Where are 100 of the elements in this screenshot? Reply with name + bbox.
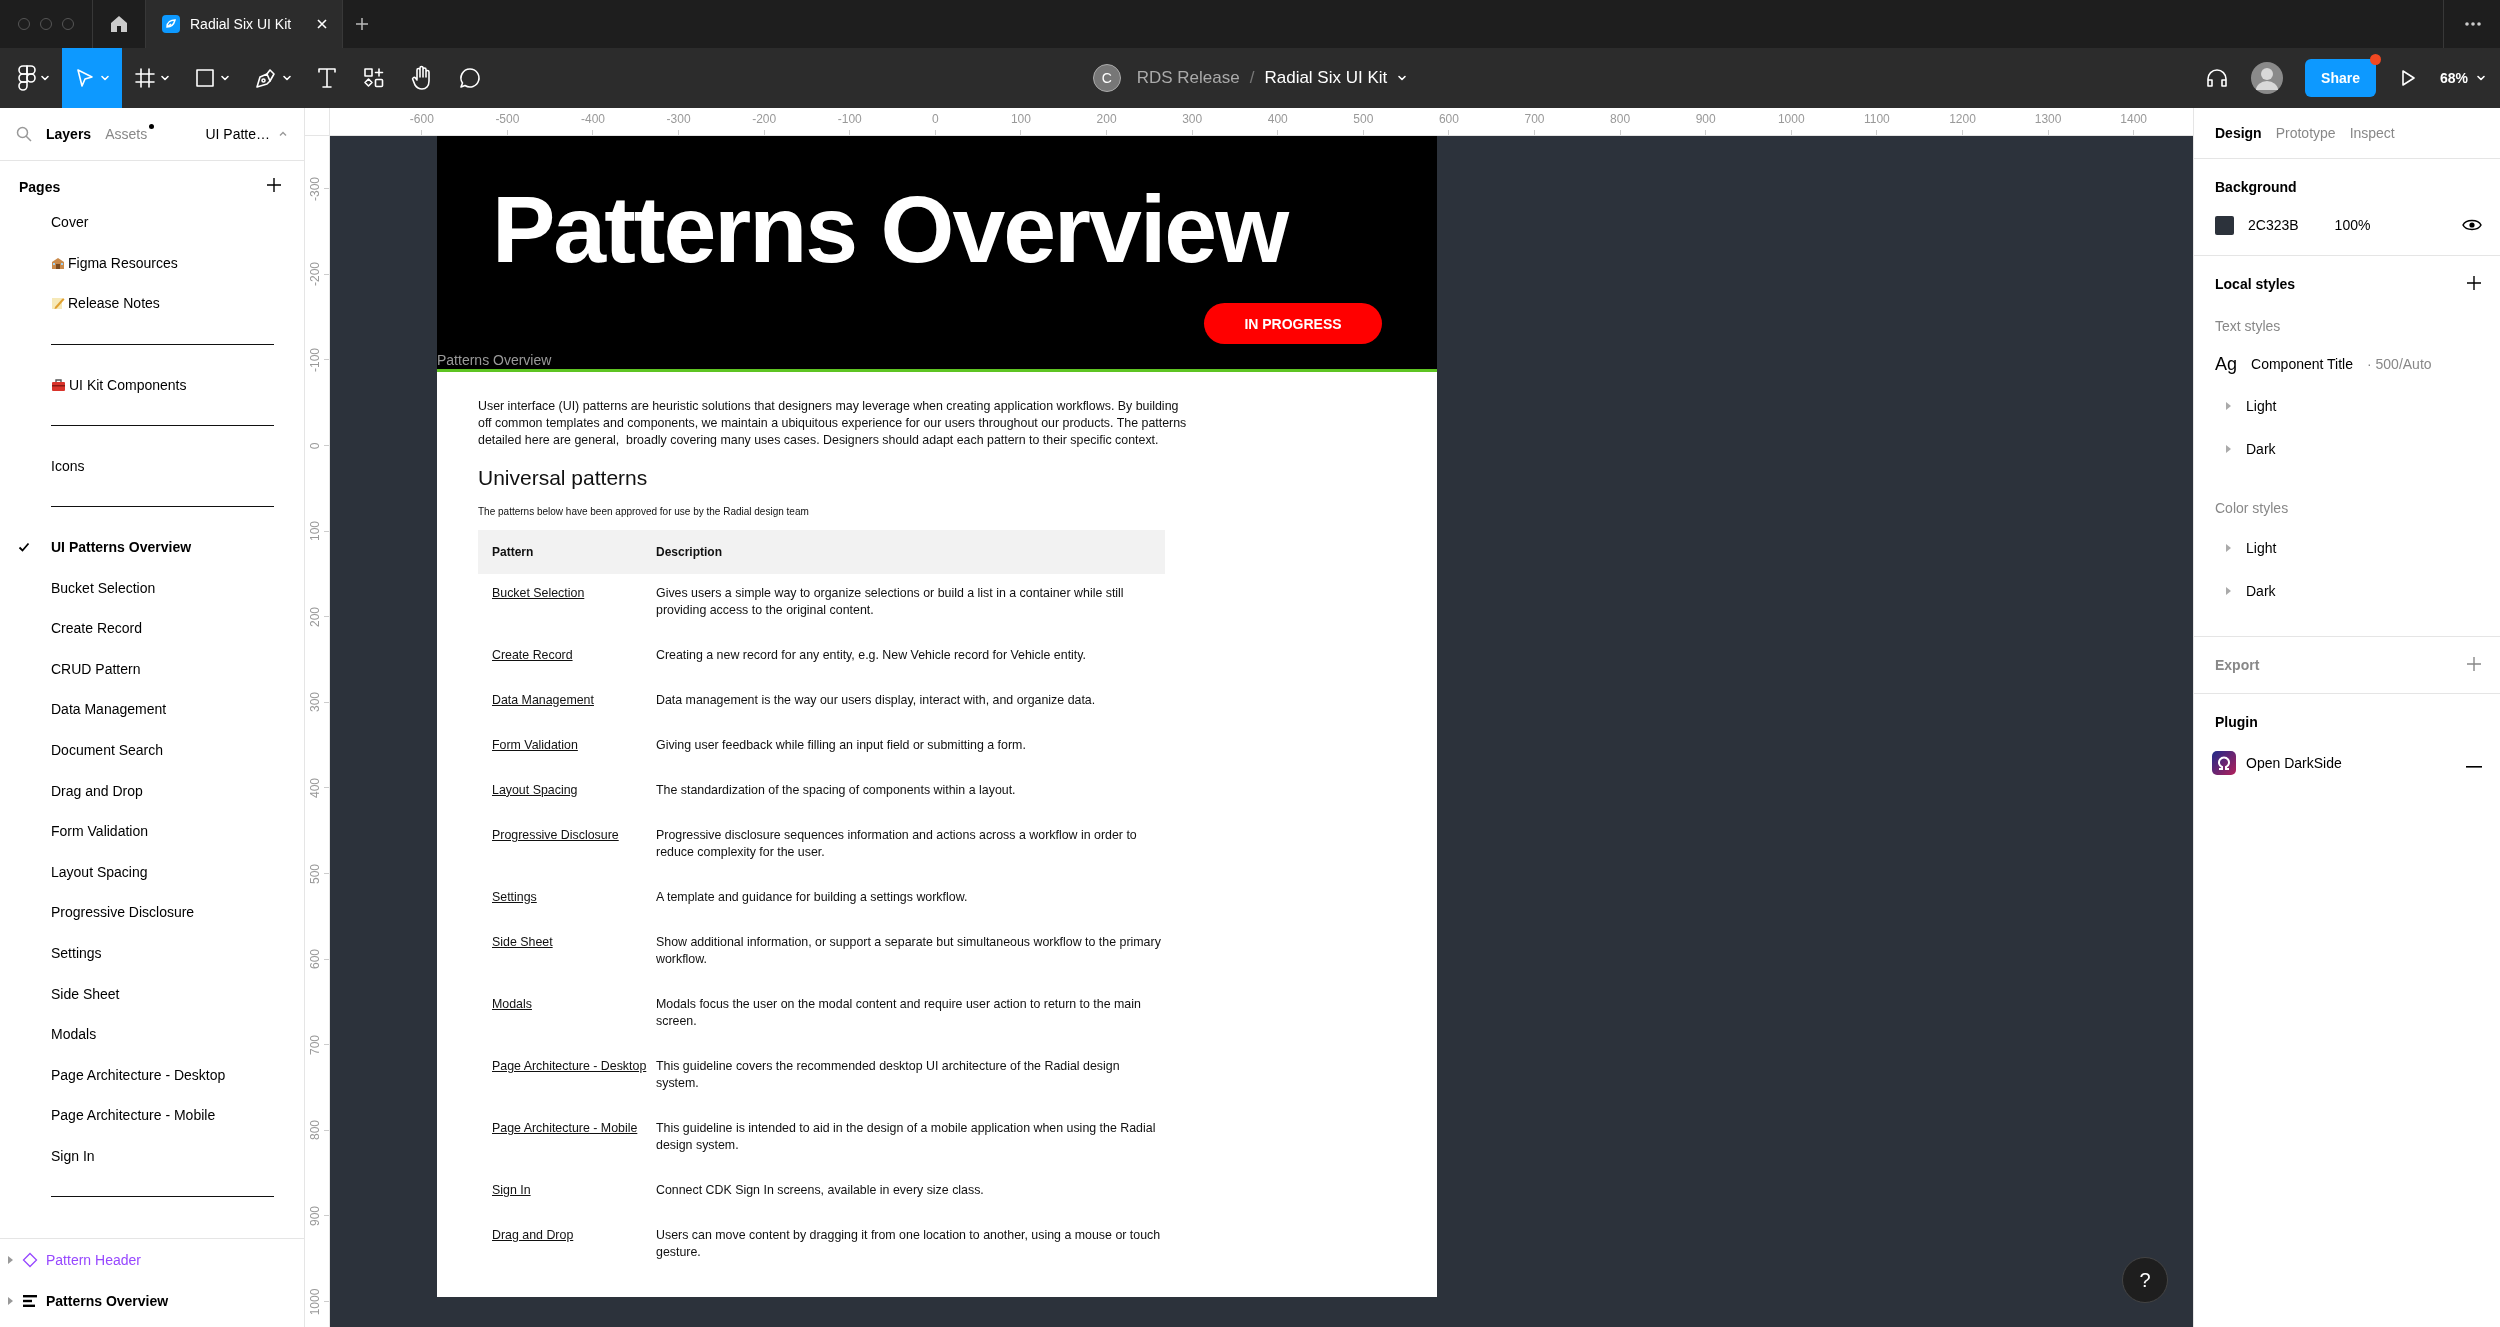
minus-icon xyxy=(2466,766,2482,768)
caret-icon xyxy=(220,73,230,83)
style-group[interactable]: Light xyxy=(2246,539,2277,556)
help-button[interactable]: ? xyxy=(2122,1257,2168,1303)
page-item[interactable]: Release Notes xyxy=(0,283,304,324)
table-cell-text: Users can move content by dragging it from one location to another, using a mouse or touch gesture. xyxy=(656,1226,1162,1261)
page-item[interactable]: UI Patterns Overview xyxy=(0,526,304,568)
project-name[interactable]: RDS Release xyxy=(1136,68,1240,88)
panel-tab[interactable]: Layers xyxy=(46,126,92,142)
style-group[interactable]: Dark xyxy=(2246,440,2276,457)
pattern-link[interactable]: Progressive Disclosure xyxy=(492,827,619,842)
panel-tab[interactable]: Design xyxy=(2215,125,2262,141)
page-item[interactable]: Modals xyxy=(0,1013,304,1055)
page-menu[interactable]: UI Patte… xyxy=(205,126,288,142)
plugin-name[interactable]: Open DarkSide xyxy=(2246,755,2456,771)
page-item[interactable]: Page Architecture - Desktop xyxy=(0,1054,304,1096)
page-item[interactable]: CRUD Pattern xyxy=(0,648,304,690)
style-group[interactable]: Light xyxy=(2246,397,2277,414)
audio-button[interactable] xyxy=(2205,66,2230,90)
pattern-link[interactable]: Layout Spacing xyxy=(492,782,578,797)
table-cell-text: The standardization of the spacing of components within a layout. xyxy=(656,781,1017,799)
color-hex-field[interactable]: 2C323B xyxy=(2248,217,2299,233)
pattern-link[interactable]: Sign In xyxy=(492,1182,531,1197)
page-item[interactable]: Data Management xyxy=(0,689,304,730)
ruler-label: -100 xyxy=(837,112,862,126)
page-item[interactable]: Icons xyxy=(0,445,304,487)
ruler-label: 0 xyxy=(308,442,322,449)
ruler-label: -200 xyxy=(308,262,322,287)
pattern-link[interactable]: Settings xyxy=(492,889,537,904)
layer-item[interactable]: Patterns Overview xyxy=(46,1292,169,1309)
caret-icon xyxy=(2476,73,2486,83)
page-item[interactable]: Document Search xyxy=(0,729,304,771)
color-swatch[interactable] xyxy=(2215,215,2234,235)
frame-icon xyxy=(134,67,156,89)
caret-icon xyxy=(160,73,170,83)
table-cell-text: Giving user feedback while filling an input field or submitting a form. xyxy=(656,736,1027,754)
page-item[interactable]: UI Kit Components xyxy=(0,364,304,405)
pattern-link[interactable]: Modals xyxy=(492,996,532,1011)
page-item[interactable]: Form Validation xyxy=(0,810,304,852)
ruler-label: 500 xyxy=(1353,112,1374,126)
ruler-label: -400 xyxy=(580,112,605,126)
ruler-label: -600 xyxy=(409,112,434,126)
caret-icon xyxy=(1397,73,1408,83)
panel-tab[interactable]: Prototype xyxy=(2275,125,2336,141)
ruler-label: 1000 xyxy=(1777,112,1805,126)
page-item[interactable]: Figma Resources xyxy=(0,242,304,284)
caret-icon xyxy=(40,73,50,83)
header-title: Patterns Overview xyxy=(492,175,1288,284)
table-cell: Gives users a simple way to organize selections or build a list in a container while still providing access to the original content. xyxy=(656,573,1165,636)
ruler-label: -200 xyxy=(752,112,777,126)
frame-label: Patterns Overview xyxy=(437,352,552,369)
ruler-label: 1000 xyxy=(308,1288,322,1315)
page-item[interactable]: Bucket Selection xyxy=(0,567,304,608)
page-item[interactable]: Sign In xyxy=(0,1135,304,1177)
file-name-menu[interactable]: Radial Six UI Kit xyxy=(1264,68,1408,88)
ruler-label: 200 xyxy=(308,606,322,627)
page-item[interactable]: Create Record xyxy=(0,607,304,649)
page-item[interactable]: Side Sheet xyxy=(0,973,304,1014)
panel-tab[interactable]: Assets xyxy=(105,126,148,142)
page-item[interactable]: Settings xyxy=(0,932,304,974)
ruler-label: 800 xyxy=(1610,112,1631,126)
page-item[interactable]: Drag and Drop xyxy=(0,770,304,811)
page-item[interactable]: Cover xyxy=(0,202,304,243)
ruler-label: 700 xyxy=(1524,112,1545,126)
layer-item[interactable]: Pattern Header xyxy=(46,1251,141,1268)
opacity-field[interactable]: 100% xyxy=(2334,217,2371,233)
file-tab[interactable]: Radial Six UI Kit xyxy=(146,0,343,48)
table-cell-text: This guideline is intended to aid in the design of a mobile application when using the Radial design system. xyxy=(656,1119,1157,1154)
ruler-label: 200 xyxy=(1096,112,1117,126)
plugin-icon xyxy=(2212,751,2236,775)
building-icon xyxy=(51,255,65,270)
pattern-link[interactable]: Drag and Drop xyxy=(492,1227,574,1242)
table-cell-text: This guideline covers the recommended desktop UI architecture of the Radial design system. xyxy=(656,1057,1121,1092)
ruler-label: -300 xyxy=(666,112,691,126)
zoom-menu[interactable]: 68% xyxy=(2439,70,2486,86)
page-item[interactable]: Progressive Disclosure xyxy=(0,892,304,933)
pattern-link[interactable]: Create Record xyxy=(492,647,573,662)
page-item[interactable]: Layout Spacing xyxy=(0,851,304,893)
pattern-link[interactable]: Page Architecture - Mobile xyxy=(492,1120,638,1135)
ruler-label: 300 xyxy=(308,692,322,713)
pattern-link[interactable]: Page Architecture - Desktop xyxy=(492,1058,647,1073)
pattern-link[interactable]: Form Validation xyxy=(492,737,578,752)
page-item[interactable]: Page Architecture - Mobile xyxy=(0,1095,304,1136)
close-icon xyxy=(316,18,328,30)
table-cell-text: Progressive disclosure sequences information and actions across a workflow in order to reduce complexity for the user. xyxy=(656,826,1138,861)
pattern-link[interactable]: Bucket Selection xyxy=(492,585,585,600)
section-title: Background xyxy=(2215,179,2297,195)
panel-tab[interactable]: Inspect xyxy=(2349,125,2395,141)
pattern-link[interactable]: Data Management xyxy=(492,692,594,707)
chevron-up-icon xyxy=(278,129,288,139)
text-style-name[interactable]: Component Title xyxy=(2251,356,2353,372)
table-cell-text: Connect CDK Sign In screens, available in every size class. xyxy=(656,1181,985,1199)
ruler-label: 1100 xyxy=(1864,112,1890,126)
ruler-label: 600 xyxy=(308,949,322,970)
table-cell-text: Modals focus the user on the modal content and require user action to return to the main screen. xyxy=(656,995,1142,1030)
pattern-link[interactable]: Side Sheet xyxy=(492,934,553,949)
ruler-label: 1300 xyxy=(2034,112,2062,126)
style-group[interactable]: Dark xyxy=(2246,582,2276,599)
ruler-label: 0 xyxy=(932,112,939,126)
table-cell-text: Creating a new record for any entity, e.g. New Vehicle record for Vehicle entity. xyxy=(656,646,1087,664)
